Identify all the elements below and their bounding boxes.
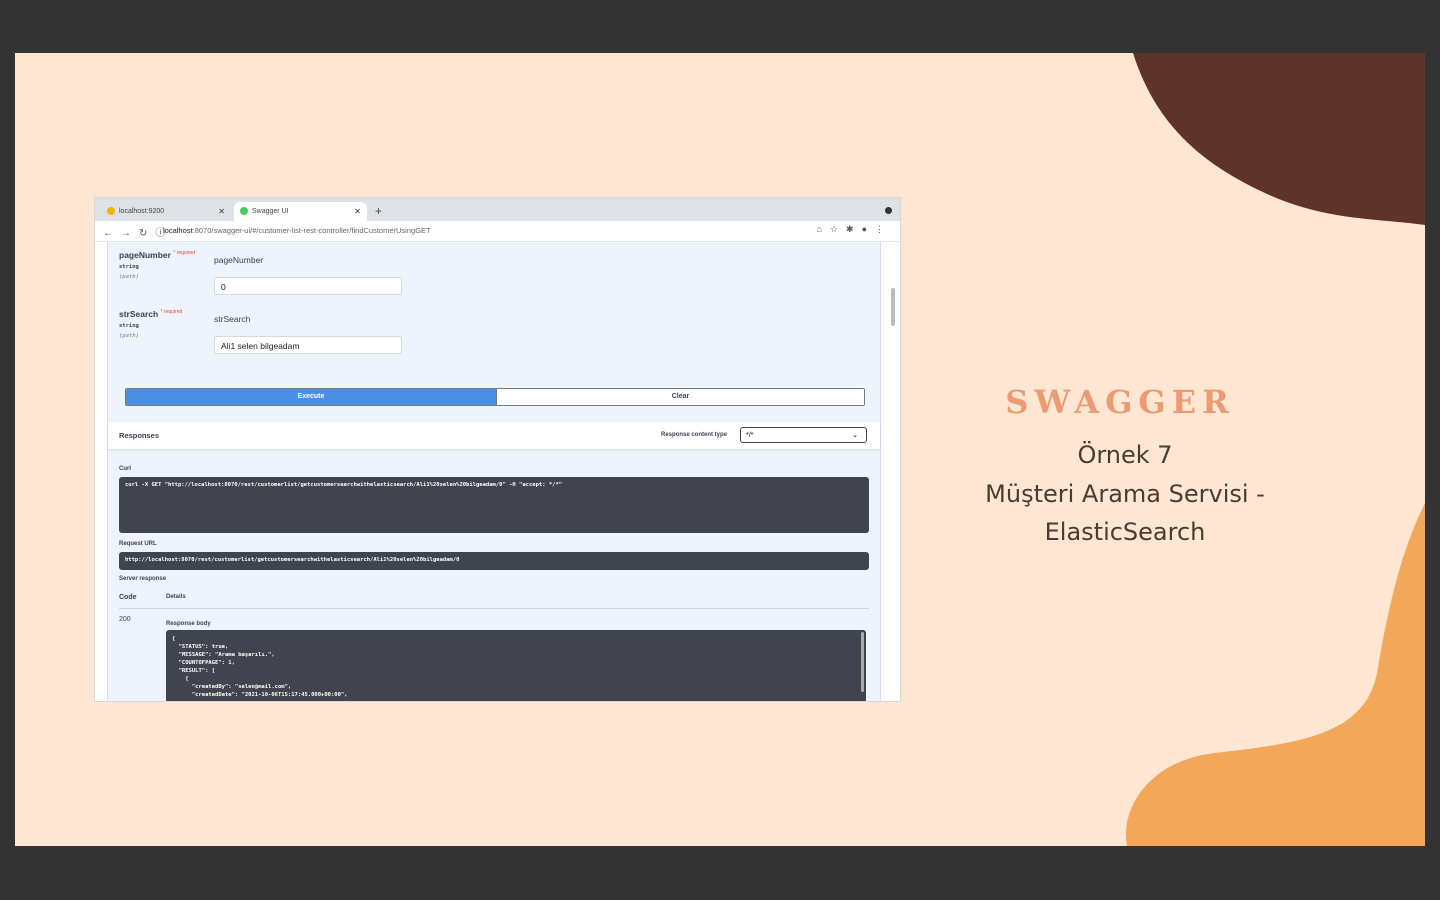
url-field[interactable]: localhost:8070/swagger-ui/#/customer-lis… xyxy=(163,223,431,239)
tab-label: localhost:9200 xyxy=(119,208,165,215)
close-tab-icon[interactable]: ✕ xyxy=(218,202,225,221)
param-name-pagenumber: pageNumber * required xyxy=(119,250,196,260)
more-icon[interactable]: ⋮ xyxy=(875,224,892,234)
puzzle-icon[interactable]: ✱ xyxy=(846,224,862,234)
browser-screenshot: localhost:9200 ✕ Swagger UI ✕ + ←→↻ⓘ loc… xyxy=(95,198,900,701)
forward-icon[interactable]: → xyxy=(121,228,139,239)
response-body-block: { "STATUS": true, "MESSAGE": "Arama başa… xyxy=(166,630,866,701)
param-location: (path) xyxy=(119,333,139,339)
browser-menu-icon[interactable] xyxy=(885,207,892,214)
responses-title: Responses xyxy=(119,431,160,440)
slide-subtitle-line3: ElasticSearch xyxy=(1044,518,1206,546)
param-name-strsearch: strSearch * required xyxy=(119,309,183,319)
avatar-icon[interactable]: ● xyxy=(862,224,875,234)
url-path: :8070/swagger-ui/#/customer-list-rest-co… xyxy=(192,226,431,235)
curl-label: Curl xyxy=(119,466,131,472)
back-icon[interactable]: ← xyxy=(103,228,121,239)
param-type: string xyxy=(119,323,139,329)
param-description: pageNumber xyxy=(214,255,264,265)
swagger-favicon-icon xyxy=(240,207,248,216)
pagenumber-input[interactable]: 0 xyxy=(214,277,402,295)
slide: SWAGGER Örnek 7 Müşteri Arama Servisi - … xyxy=(15,53,1425,846)
clear-button[interactable]: Clear xyxy=(496,389,864,405)
responses-header: Responses Response content type */* ⌄ xyxy=(108,422,880,449)
strsearch-input[interactable]: Ali1 selen bilgeadam xyxy=(214,336,402,354)
response-body-label: Response body xyxy=(166,621,211,627)
action-buttons: Execute Clear xyxy=(125,388,865,406)
response-content-type-select[interactable]: */* ⌄ xyxy=(740,427,867,443)
curl-code-block: curl -X GET "http://localhost:8070/rest/… xyxy=(119,477,869,533)
slide-subtitle-line2: Müşteri Arama Servisi - xyxy=(985,480,1265,508)
status-code: 200 xyxy=(119,616,131,623)
close-tab-icon[interactable]: ✕ xyxy=(354,202,361,221)
code-column-header: Code xyxy=(119,594,137,601)
request-url-block: http://localhost:8070/rest/customerlist/… xyxy=(119,552,869,570)
param-location: (path) xyxy=(119,274,139,280)
url-host: localhost xyxy=(163,226,193,235)
response-content-type-label: Response content type xyxy=(661,432,728,438)
server-response-label: Server response xyxy=(119,576,167,582)
execute-button[interactable]: Execute xyxy=(126,389,496,405)
tab-label: Swagger UI xyxy=(252,208,289,215)
param-description: strSearch xyxy=(214,314,251,324)
param-type: string xyxy=(119,264,139,270)
browser-tab-elastic[interactable]: localhost:9200 ✕ xyxy=(101,202,231,221)
response-body-text: { "STATUS": true, "MESSAGE": "Arama başa… xyxy=(172,636,348,698)
translate-icon[interactable]: ⌂ xyxy=(817,224,830,234)
chevron-down-icon: ⌄ xyxy=(852,432,858,439)
details-column-header: Details xyxy=(166,594,186,600)
slide-title: SWAGGER xyxy=(1005,383,1235,421)
swagger-content: pageNumber * required string (path) page… xyxy=(107,242,881,701)
request-url-label: Request URL xyxy=(119,541,157,547)
reload-icon[interactable]: ↻ xyxy=(139,228,155,239)
divider xyxy=(119,608,869,609)
browser-tab-bar: localhost:9200 ✕ Swagger UI ✕ + xyxy=(95,198,900,221)
new-tab-icon[interactable]: + xyxy=(375,202,382,221)
select-value: */* xyxy=(746,432,754,439)
response-scrollbar[interactable] xyxy=(861,632,864,692)
page-scrollbar[interactable] xyxy=(891,288,895,326)
browser-tab-swagger[interactable]: Swagger UI ✕ xyxy=(234,202,367,221)
address-bar: ←→↻ⓘ localhost:8070/swagger-ui/#/custome… xyxy=(95,221,900,242)
extension-icons: ⌂☆✱●⋮ xyxy=(817,224,893,235)
star-icon[interactable]: ☆ xyxy=(830,224,846,234)
slide-subtitle-line1: Örnek 7 xyxy=(1077,441,1173,469)
elastic-favicon-icon xyxy=(107,207,115,216)
